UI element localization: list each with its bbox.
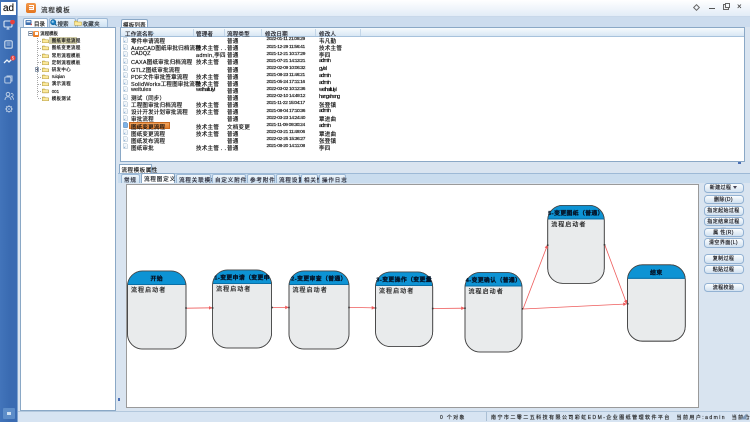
svg-text:流程启动者: 流程启动者 <box>293 286 328 294</box>
svg-text:1-变更申请（变更申: 1-变更申请（变更申 <box>214 274 270 282</box>
svg-text:3-变更操作（变更量: 3-变更操作（变更量 <box>376 276 432 284</box>
svg-text:5-变更图纸（普通）: 5-变更图纸（普通） <box>548 209 604 217</box>
svg-text:流程启动者: 流程启动者 <box>379 287 414 295</box>
svg-text:流程启动者: 流程启动者 <box>551 220 586 228</box>
svg-text:2-变更审查（普通）: 2-变更审查（普通） <box>291 275 347 283</box>
svg-text:4-变更确认（普通）: 4-变更确认（普通） <box>466 276 522 284</box>
svg-text:开始: 开始 <box>151 275 163 283</box>
svg-text:流程启动者: 流程启动者 <box>216 285 251 293</box>
svg-text:流程启动者: 流程启动者 <box>469 288 504 296</box>
svg-text:流程启动者: 流程启动者 <box>131 286 166 294</box>
svg-text:结束: 结束 <box>650 268 662 276</box>
